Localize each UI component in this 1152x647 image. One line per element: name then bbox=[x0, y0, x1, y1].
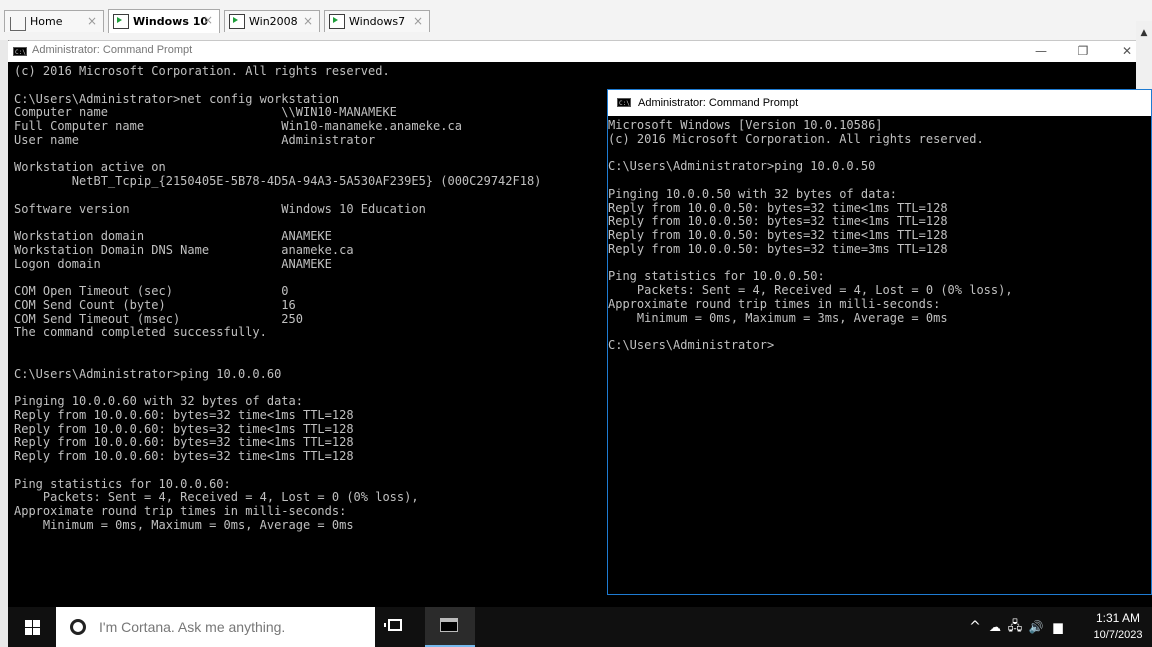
show-hidden-icons-chevron-icon[interactable]: ^ bbox=[966, 607, 984, 647]
tab-label: Windows 10 bbox=[133, 15, 209, 28]
host-edge bbox=[0, 607, 8, 647]
taskbar-command-prompt-button[interactable] bbox=[425, 607, 475, 647]
minimize-button[interactable]: — bbox=[1024, 41, 1058, 62]
cortana-icon bbox=[70, 619, 86, 635]
close-icon[interactable]: × bbox=[303, 14, 313, 28]
windows-logo-icon bbox=[25, 628, 32, 635]
window-title: Administrator: Command Prompt bbox=[638, 97, 799, 109]
onedrive-cloud-icon[interactable]: ☁ bbox=[986, 607, 1004, 647]
title-bar[interactable]: C:\ Administrator: Command Prompt — ❐ ✕ bbox=[8, 41, 1152, 62]
volume-icon[interactable]: 🔊 bbox=[1026, 607, 1046, 647]
search-placeholder: I'm Cortana. Ask me anything. bbox=[99, 619, 286, 635]
cmd-icon bbox=[440, 618, 458, 632]
tab-win2008[interactable]: Win2008 × bbox=[224, 10, 320, 32]
windows-logo-icon bbox=[33, 620, 40, 627]
close-icon[interactable]: × bbox=[413, 14, 423, 28]
network-icon[interactable]: 🖧 bbox=[1005, 607, 1025, 647]
cortana-search-box[interactable]: I'm Cortana. Ask me anything. bbox=[56, 607, 375, 647]
vm-icon bbox=[329, 14, 345, 29]
windows-logo-icon bbox=[25, 620, 32, 627]
system-clock[interactable]: 1:31 AM 10/7/2023 bbox=[1088, 610, 1148, 643]
console-output[interactable]: Microsoft Windows [Version 10.0.10586] (… bbox=[608, 118, 1013, 353]
tab-windows7[interactable]: Windows7 × bbox=[324, 10, 430, 32]
cmd-icon: C:\ bbox=[617, 98, 631, 107]
title-bar[interactable]: C:\ Administrator: Command Prompt bbox=[608, 90, 1151, 116]
tab-label: Win2008 bbox=[249, 15, 298, 28]
close-icon[interactable]: × bbox=[203, 13, 213, 27]
console-output[interactable]: (c) 2016 Microsoft Corporation. All righ… bbox=[14, 64, 541, 533]
task-view-icon[interactable] bbox=[384, 619, 402, 631]
clock-date: 10/7/2023 bbox=[1093, 629, 1143, 641]
close-icon[interactable]: × bbox=[87, 14, 97, 28]
tab-label: Windows7 bbox=[349, 15, 406, 28]
clock-time: 1:31 AM bbox=[1095, 611, 1141, 625]
tab-label: Home bbox=[30, 15, 63, 28]
windows-logo-icon bbox=[33, 628, 40, 635]
second-command-prompt-window[interactable]: C:\ Administrator: Command Prompt Micros… bbox=[607, 89, 1152, 595]
vm-icon bbox=[113, 14, 129, 29]
cmd-icon: C:\ bbox=[13, 47, 27, 56]
start-button[interactable] bbox=[8, 607, 56, 647]
taskbar: I'm Cortana. Ask me anything. ^ ☁ 🖧 🔊 ▆ … bbox=[8, 607, 1152, 647]
scroll-up-arrow-icon[interactable]: ▲ bbox=[1136, 25, 1152, 41]
vm-icon bbox=[229, 14, 245, 29]
home-icon bbox=[10, 17, 26, 31]
tab-windows-10[interactable]: Windows 10 × bbox=[108, 9, 220, 33]
window-title: Administrator: Command Prompt bbox=[32, 44, 193, 56]
maximize-button[interactable]: ❐ bbox=[1066, 41, 1100, 62]
tab-home[interactable]: Home × bbox=[4, 10, 104, 32]
notifications-icon[interactable]: ▆ bbox=[1048, 607, 1068, 647]
vm-tab-strip: Home × Windows 10 × Win2008 × Windows7 × bbox=[0, 0, 1152, 41]
